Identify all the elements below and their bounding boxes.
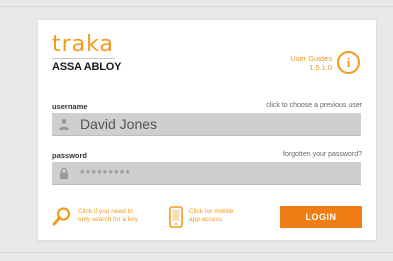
search-key-line2: only search for a key [78,216,138,223]
search-key-line1: Click if you need to [78,208,133,215]
mobile-phone-icon [169,206,183,228]
login-panel: traka ASSA ABLOY User Guides 1.5.1.0 i u… [38,20,376,240]
bottom-divider [0,252,393,253]
user-icon [59,119,69,130]
logo-parent-company: ASSA ABLOY [52,61,122,73]
choose-previous-user-link[interactable]: click to choose a previous user [266,102,362,109]
forgotten-password-link[interactable]: forgotten your password? [283,151,362,158]
username-label: username [52,102,88,111]
password-label: password [52,151,88,160]
password-field[interactable]: ********* [52,162,361,185]
login-button[interactable]: LOGIN [280,206,362,228]
search-key-link[interactable]: Click if you need to only search for a k… [52,206,138,226]
lock-icon [60,167,68,179]
logo-brand: traka [52,32,114,57]
username-value: David Jones [80,116,158,132]
password-value: ********* [80,167,132,181]
username-field[interactable]: David Jones [52,113,361,136]
mobile-line1: Click for mobile [189,208,234,215]
logo-divider [52,58,115,59]
top-divider [0,6,393,7]
user-guides-label: User Guides [290,54,332,63]
info-icon[interactable]: i [337,51,360,74]
traka-logo: traka ASSA ABLOY [52,32,122,73]
user-guides-link[interactable]: User Guides 1.5.1.0 [290,54,332,72]
search-icon [52,207,71,226]
user-guides-version: 1.5.1.0 [309,63,332,72]
mobile-line2: app access [189,216,222,223]
mobile-app-link[interactable]: Click for mobile app access [169,206,233,228]
